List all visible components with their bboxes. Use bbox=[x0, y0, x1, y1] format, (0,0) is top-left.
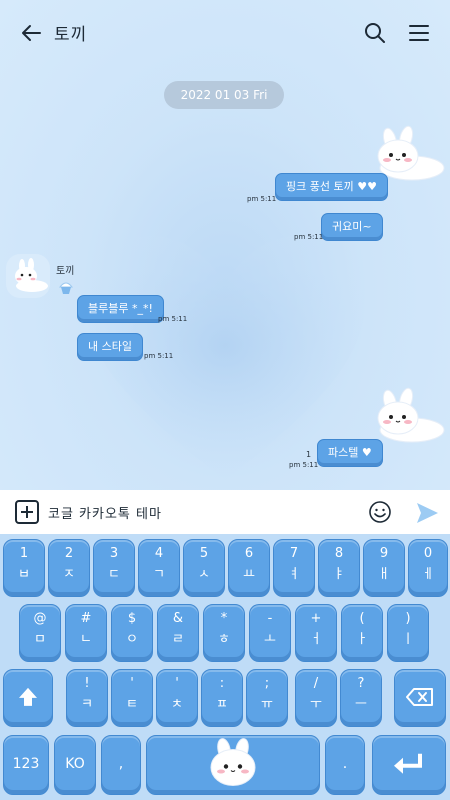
arrow-left-icon bbox=[22, 25, 41, 41]
key-r[interactable]: & ㄹ bbox=[157, 604, 199, 662]
key-o[interactable]: -ㅗ bbox=[249, 604, 291, 662]
key-eo[interactable]: + ㅓ bbox=[295, 604, 337, 662]
key-a[interactable]: (ㅏ bbox=[341, 604, 383, 662]
chat-screen: 토끼 2022 01 03 Fri 핑크 풍선 토끼 ♥♥ pm 5:11 귀요… bbox=[0, 0, 450, 800]
search-icon bbox=[365, 23, 385, 43]
bunny-sticker bbox=[377, 387, 445, 443]
key-6[interactable]: 6ㅛ bbox=[228, 539, 270, 597]
key-4[interactable]: 4ㄱ bbox=[138, 539, 180, 597]
key-k[interactable]: ! ㅋ bbox=[66, 669, 108, 727]
message-bubble-received[interactable]: 블루블루 *_*! bbox=[77, 295, 164, 323]
send-button[interactable] bbox=[414, 500, 440, 526]
backspace-key[interactable] bbox=[394, 669, 446, 727]
menu-button[interactable] bbox=[404, 18, 434, 48]
message-bubble-sent[interactable]: 핑크 풍선 토끼 ♥♥ bbox=[275, 173, 388, 201]
key-9[interactable]: 9ㅐ bbox=[363, 539, 405, 597]
key-ch[interactable]: ' ㅊ bbox=[156, 669, 198, 727]
message-time: pm 5:11 bbox=[144, 352, 174, 360]
date-divider: 2022 01 03 Fri bbox=[164, 81, 284, 109]
back-button[interactable] bbox=[16, 18, 46, 48]
key-2[interactable]: 2ㅈ bbox=[48, 539, 90, 597]
key-m[interactable]: @ ㅁ bbox=[19, 604, 61, 662]
message-time: pm 5:11 bbox=[247, 195, 277, 203]
keyboard: 1ㅂ 2ㅈ 3ㄷ 4ㄱ 5ㅅ 6ㅛ 7ㅕ 8ㅑ 9ㅐ 0ㅔ @ ㅁ # ㄴ $ ㅇ &… bbox=[0, 534, 450, 800]
key-yu[interactable]: ; ㅠ bbox=[246, 669, 288, 727]
search-button[interactable] bbox=[360, 18, 390, 48]
key-p[interactable]: :ㅍ bbox=[201, 669, 243, 727]
shift-arrow-icon bbox=[19, 687, 37, 706]
language-key[interactable]: KO bbox=[54, 735, 96, 795]
shift-key[interactable] bbox=[3, 669, 53, 727]
key-eu[interactable]: ? ㅡ bbox=[340, 669, 382, 727]
key-0[interactable]: 0ㅔ bbox=[408, 539, 448, 597]
chat-title: 토끼 bbox=[54, 25, 88, 45]
emoji-button[interactable] bbox=[368, 500, 392, 524]
message-input[interactable]: 코글 카카오톡 테마 bbox=[48, 503, 162, 522]
key-7[interactable]: 7ㅕ bbox=[273, 539, 315, 597]
key-5[interactable]: 5ㅅ bbox=[183, 539, 225, 597]
space-key[interactable] bbox=[146, 735, 320, 795]
attach-button[interactable] bbox=[15, 500, 39, 524]
cupcake-icon bbox=[58, 282, 74, 294]
avatar[interactable] bbox=[6, 254, 50, 298]
send-arrow-icon bbox=[417, 503, 438, 523]
message-bubble-received[interactable]: 내 스타일 bbox=[77, 333, 143, 361]
key-n[interactable]: # ㄴ bbox=[65, 604, 107, 662]
bunny-icon bbox=[210, 738, 256, 786]
key-1[interactable]: 1ㅂ bbox=[3, 539, 45, 597]
message-bubble-sent[interactable]: 파스텔 ♥ bbox=[317, 439, 383, 467]
smiley-icon bbox=[369, 501, 391, 523]
unread-count: 1 bbox=[306, 450, 312, 459]
comma-key[interactable]: , bbox=[101, 735, 141, 795]
message-time: pm 5:11 bbox=[294, 233, 324, 241]
bunny-avatar-icon bbox=[15, 258, 48, 292]
key-t[interactable]: ' ㅌ bbox=[111, 669, 153, 727]
enter-icon bbox=[394, 753, 422, 774]
numbers-key[interactable]: 123 bbox=[3, 735, 49, 795]
hamburger-menu-icon bbox=[409, 25, 429, 41]
key-h[interactable]: * ㅎ bbox=[203, 604, 245, 662]
chat-header: 토끼 bbox=[0, 0, 450, 64]
sender-name: 토끼 bbox=[56, 266, 75, 277]
backspace-icon bbox=[406, 688, 433, 706]
period-key[interactable]: . bbox=[325, 735, 365, 795]
key-ng[interactable]: $ ㅇ bbox=[111, 604, 153, 662]
message-bubble-sent[interactable]: 귀요미~ bbox=[321, 213, 383, 241]
message-time: pm 5:11 bbox=[289, 461, 319, 469]
key-i[interactable]: ) ㅣ bbox=[387, 604, 429, 662]
message-time: pm 5:11 bbox=[158, 315, 188, 323]
key-u[interactable]: / ㅜ bbox=[295, 669, 337, 727]
enter-key[interactable] bbox=[372, 735, 446, 795]
key-3[interactable]: 3ㄷ bbox=[93, 539, 135, 597]
key-8[interactable]: 8ㅑ bbox=[318, 539, 360, 597]
